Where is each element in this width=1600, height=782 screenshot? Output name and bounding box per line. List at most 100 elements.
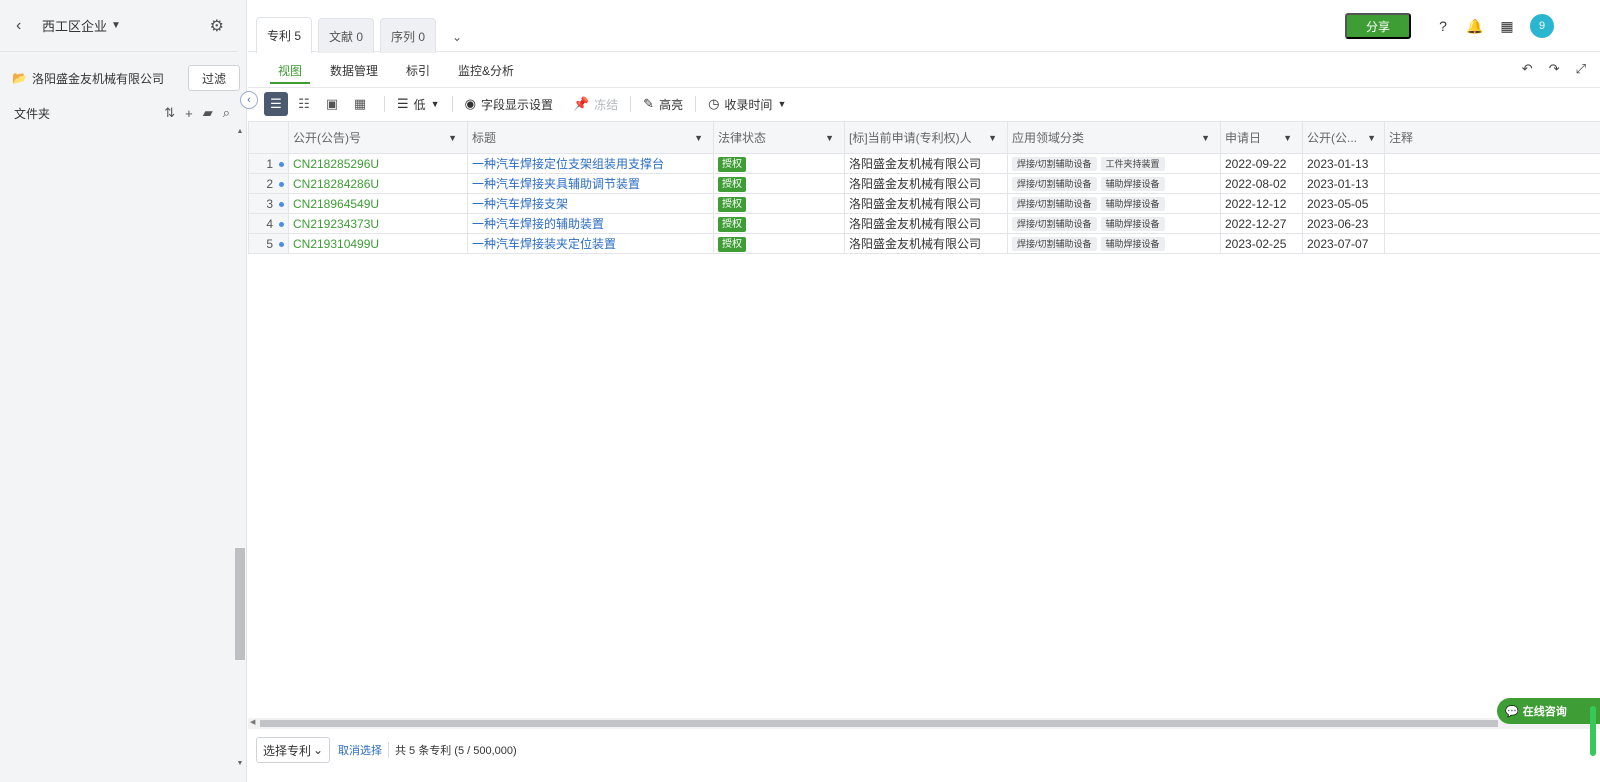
header-pub-date[interactable]: 公开(公... ▼: [1302, 121, 1385, 154]
fullscreen-icon[interactable]: ⤢: [1576, 61, 1586, 77]
horizontal-scrollbar[interactable]: ◀: [248, 718, 1600, 729]
subnav-monitor-analysis[interactable]: 监控&分析: [444, 52, 528, 88]
filter-button[interactable]: 过滤: [188, 65, 240, 91]
detail-view-icon[interactable]: ☷: [292, 92, 316, 116]
table-row[interactable]: 1 CN218285296U 一种汽车焊接定位支架组装用支撑台 授权 洛阳盛金友…: [248, 153, 1600, 174]
avatar[interactable]: 9: [1530, 14, 1554, 38]
back-arrow-icon[interactable]: ‹: [16, 17, 36, 35]
header-title[interactable]: 标题 ▼: [467, 121, 714, 154]
caret-down-icon[interactable]: ▼: [1367, 133, 1376, 143]
bell-icon[interactable]: 🔔: [1466, 17, 1484, 35]
scroll-thumb[interactable]: [260, 720, 1498, 727]
pub-number[interactable]: CN218964549U: [288, 193, 468, 214]
row-number[interactable]: 3: [248, 193, 289, 214]
field-tag[interactable]: 辅助焊接设备: [1100, 177, 1165, 191]
tab-sequence[interactable]: 序列 0: [380, 18, 437, 53]
image-view-icon[interactable]: ▣: [320, 92, 344, 116]
pub-number[interactable]: CN218284286U: [288, 173, 468, 194]
patent-title[interactable]: 一种汽车焊接夹具辅助调节装置: [467, 173, 714, 194]
pub-number[interactable]: CN218285296U: [288, 153, 468, 174]
caret-down-icon[interactable]: ▼: [825, 133, 834, 143]
row-number[interactable]: 4: [248, 213, 289, 234]
list-view-icon[interactable]: ☰: [264, 92, 288, 116]
chevron-down-icon[interactable]: ⌄: [452, 21, 462, 53]
field-tag[interactable]: 焊接/切割辅助设备: [1012, 217, 1097, 231]
field-display-button[interactable]: ◉ 字段显示设置: [461, 96, 557, 113]
row-number[interactable]: 1: [248, 153, 289, 174]
caret-down-icon[interactable]: ▼: [988, 133, 997, 143]
notes-cell[interactable]: [1384, 193, 1600, 214]
subnav-data-management[interactable]: 数据管理: [316, 52, 392, 88]
collapse-sidebar-icon[interactable]: ‹: [240, 91, 258, 109]
header-application-field[interactable]: 应用领域分类 ▼: [1007, 121, 1221, 154]
company-name[interactable]: 洛阳盛金友机械有限公司: [32, 70, 164, 87]
undo-icon[interactable]: ↶: [1522, 61, 1533, 77]
chat-drag-handle[interactable]: [1590, 706, 1596, 756]
tab-literature[interactable]: 文献 0: [318, 18, 375, 53]
applicant[interactable]: 洛阳盛金友机械有限公司: [844, 213, 1008, 234]
patent-title[interactable]: 一种汽车焊接的辅助装置: [467, 213, 714, 234]
search-icon[interactable]: ⌕: [223, 105, 230, 121]
field-tag[interactable]: 焊接/切割辅助设备: [1012, 157, 1097, 171]
sidebar-scrollbar[interactable]: ▲ ▼: [234, 128, 246, 768]
notes-cell[interactable]: [1384, 173, 1600, 194]
cancel-selection-link[interactable]: 取消选择: [338, 742, 382, 758]
caret-down-icon[interactable]: ▼: [111, 20, 121, 31]
caret-down-icon[interactable]: ▼: [694, 133, 703, 143]
patent-title[interactable]: 一种汽车焊接定位支架组装用支撑台: [467, 153, 714, 174]
applicant[interactable]: 洛阳盛金友机械有限公司: [844, 233, 1008, 254]
freeze-button[interactable]: 📌 冻结: [569, 96, 622, 113]
help-icon[interactable]: ?: [1434, 17, 1452, 35]
applicant[interactable]: 洛阳盛金友机械有限公司: [844, 153, 1008, 174]
scroll-thumb[interactable]: [235, 548, 245, 660]
field-tag[interactable]: 焊接/切割辅助设备: [1012, 197, 1097, 211]
notes-cell[interactable]: [1384, 213, 1600, 234]
subnav-indexing[interactable]: 标引: [392, 52, 444, 88]
density-button[interactable]: ☰ 低 ▼: [393, 96, 444, 113]
caret-down-icon[interactable]: ▼: [1201, 133, 1210, 143]
applicant[interactable]: 洛阳盛金友机械有限公司: [844, 193, 1008, 214]
table-row[interactable]: 2 CN218284286U 一种汽车焊接夹具辅助调节装置 授权 洛阳盛金友机械…: [248, 173, 1600, 194]
pub-number[interactable]: CN219234373U: [288, 213, 468, 234]
highlight-button[interactable]: ✎ 高亮: [639, 96, 687, 113]
field-tag[interactable]: 焊接/切割辅助设备: [1012, 237, 1097, 251]
scroll-up-icon[interactable]: ▲: [234, 128, 246, 140]
scroll-left-icon[interactable]: ◀: [250, 718, 255, 726]
pub-number[interactable]: CN219310499U: [288, 233, 468, 254]
field-tag[interactable]: 工件夹持装置: [1100, 157, 1165, 171]
share-button[interactable]: 分享: [1345, 13, 1411, 39]
card-view-icon[interactable]: ▦: [348, 92, 372, 116]
folder-settings-icon[interactable]: ▰: [203, 105, 213, 121]
gear-icon[interactable]: ⚙: [210, 16, 224, 36]
redo-icon[interactable]: ↷: [1549, 61, 1560, 77]
applicant[interactable]: 洛阳盛金友机械有限公司: [844, 173, 1008, 194]
notes-cell[interactable]: [1384, 153, 1600, 174]
tab-patent[interactable]: 专利 5: [256, 17, 313, 53]
table-row[interactable]: 4 CN219234373U 一种汽车焊接的辅助装置 授权 洛阳盛金友机械有限公…: [248, 213, 1600, 234]
add-icon[interactable]: +: [185, 106, 193, 121]
patent-title[interactable]: 一种汽车焊接支架: [467, 193, 714, 214]
field-tag[interactable]: 焊接/切割辅助设备: [1012, 177, 1097, 191]
sort-updown-icon[interactable]: ⇅: [164, 105, 175, 121]
table-row[interactable]: 3 CN218964549U 一种汽车焊接支架 授权 洛阳盛金友机械有限公司 焊…: [248, 193, 1600, 214]
header-legal-status[interactable]: 法律状态 ▼: [713, 121, 845, 154]
field-tag[interactable]: 辅助焊接设备: [1100, 237, 1165, 251]
select-patents-dropdown[interactable]: 选择专利 ⌄: [256, 737, 330, 763]
field-tag[interactable]: 辅助焊接设备: [1100, 217, 1165, 231]
scroll-down-icon[interactable]: ▼: [234, 760, 246, 772]
header-app-date[interactable]: 申请日 ▼: [1220, 121, 1303, 154]
caret-down-icon[interactable]: ▼: [1283, 133, 1292, 143]
patent-title[interactable]: 一种汽车焊接装夹定位装置: [467, 233, 714, 254]
online-consult-button[interactable]: 💬 在线咨询: [1497, 698, 1600, 724]
header-applicant[interactable]: [标]当前申请(专利权)人 ▼: [844, 121, 1008, 154]
apps-grid-icon[interactable]: ▦: [1498, 17, 1516, 35]
sort-button[interactable]: ◷ 收录时间 ▼: [704, 96, 790, 113]
subnav-view[interactable]: 视图: [264, 52, 316, 88]
table-row[interactable]: 5 CN219310499U 一种汽车焊接装夹定位装置 授权 洛阳盛金友机械有限…: [248, 233, 1600, 254]
row-number[interactable]: 5: [248, 233, 289, 254]
workspace-title[interactable]: 西工区企业: [42, 16, 107, 35]
header-pub-number[interactable]: 公开(公告)号 ▼: [288, 121, 468, 154]
notes-cell[interactable]: [1384, 233, 1600, 254]
field-tag[interactable]: 辅助焊接设备: [1100, 197, 1165, 211]
caret-down-icon[interactable]: ▼: [448, 133, 457, 143]
